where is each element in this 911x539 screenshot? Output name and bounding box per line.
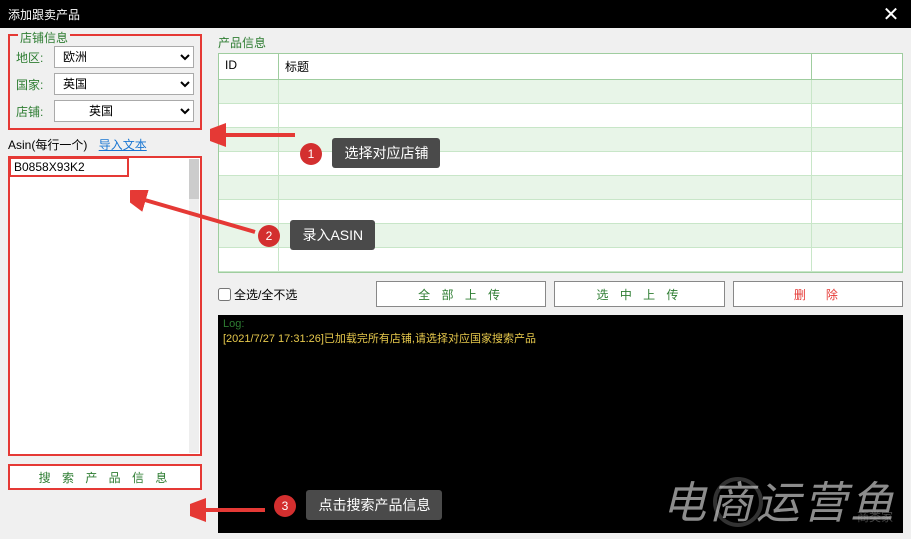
- table-row[interactable]: [219, 80, 902, 104]
- log-area: Log: [2021/7/27 17:31:26]已加载完所有店铺,请选择对应国…: [218, 315, 903, 533]
- table-row[interactable]: [219, 104, 902, 128]
- asin-header: Asin(每行一个) 导入文本: [8, 136, 202, 153]
- search-product-button[interactable]: 搜 索 产 品 信 息: [8, 464, 202, 490]
- right-panel: 产品信息 ID 标题 全选/全不选 全 部: [210, 28, 911, 539]
- select-all-label: 全选/全不选: [234, 286, 297, 303]
- import-text-link[interactable]: 导入文本: [99, 138, 147, 152]
- upload-selected-button[interactable]: 选 中 上 传: [554, 281, 724, 307]
- store-info-group: 店铺信息 地区: 欧洲 国家: 英国 店铺: 英国: [8, 34, 202, 130]
- upload-all-button[interactable]: 全 部 上 传: [376, 281, 546, 307]
- col-extra[interactable]: [812, 54, 902, 79]
- scrollbar[interactable]: [189, 159, 199, 453]
- store-info-legend: 店铺信息: [18, 29, 70, 46]
- watermark: 电商运营鱼: [662, 467, 897, 531]
- table-row[interactable]: [219, 200, 902, 224]
- window-title: 添加跟卖产品: [8, 6, 879, 23]
- product-info-legend: 产品信息: [218, 34, 903, 51]
- asin-value: B0858X93K2: [9, 157, 129, 177]
- col-title[interactable]: 标题: [279, 54, 812, 79]
- table-row[interactable]: [219, 128, 902, 152]
- window-titlebar: 添加跟卖产品 ✕: [0, 0, 911, 28]
- region-label: 地区:: [16, 49, 54, 66]
- asin-label: Asin(每行一个): [8, 138, 87, 152]
- select-all-checkbox[interactable]: 全选/全不选: [218, 286, 368, 303]
- region-select[interactable]: 欧洲: [54, 46, 194, 68]
- asin-textarea[interactable]: B0858X93K2: [8, 156, 202, 456]
- table-row[interactable]: [219, 176, 902, 200]
- country-select[interactable]: 英国: [54, 73, 194, 95]
- delete-button[interactable]: 删 除: [733, 281, 903, 307]
- store-select[interactable]: 英国: [54, 100, 194, 122]
- left-panel: 店铺信息 地区: 欧洲 国家: 英国 店铺: 英国 Asin(每行一个) 导入文…: [0, 28, 210, 539]
- table-row[interactable]: [219, 248, 902, 272]
- country-label: 国家:: [16, 76, 54, 93]
- table-row[interactable]: [219, 224, 902, 248]
- product-grid[interactable]: ID 标题: [218, 53, 903, 273]
- store-label: 店铺:: [16, 103, 54, 120]
- watermark-sub: 商类家: [857, 508, 893, 525]
- log-line: [2021/7/27 17:31:26]已加载完所有店铺,请选择对应国家搜索产品: [223, 330, 898, 346]
- col-id[interactable]: ID: [219, 54, 279, 79]
- close-icon[interactable]: ✕: [879, 2, 903, 27]
- select-all-input[interactable]: [218, 288, 231, 301]
- table-row[interactable]: [219, 152, 902, 176]
- log-label: Log:: [223, 318, 898, 330]
